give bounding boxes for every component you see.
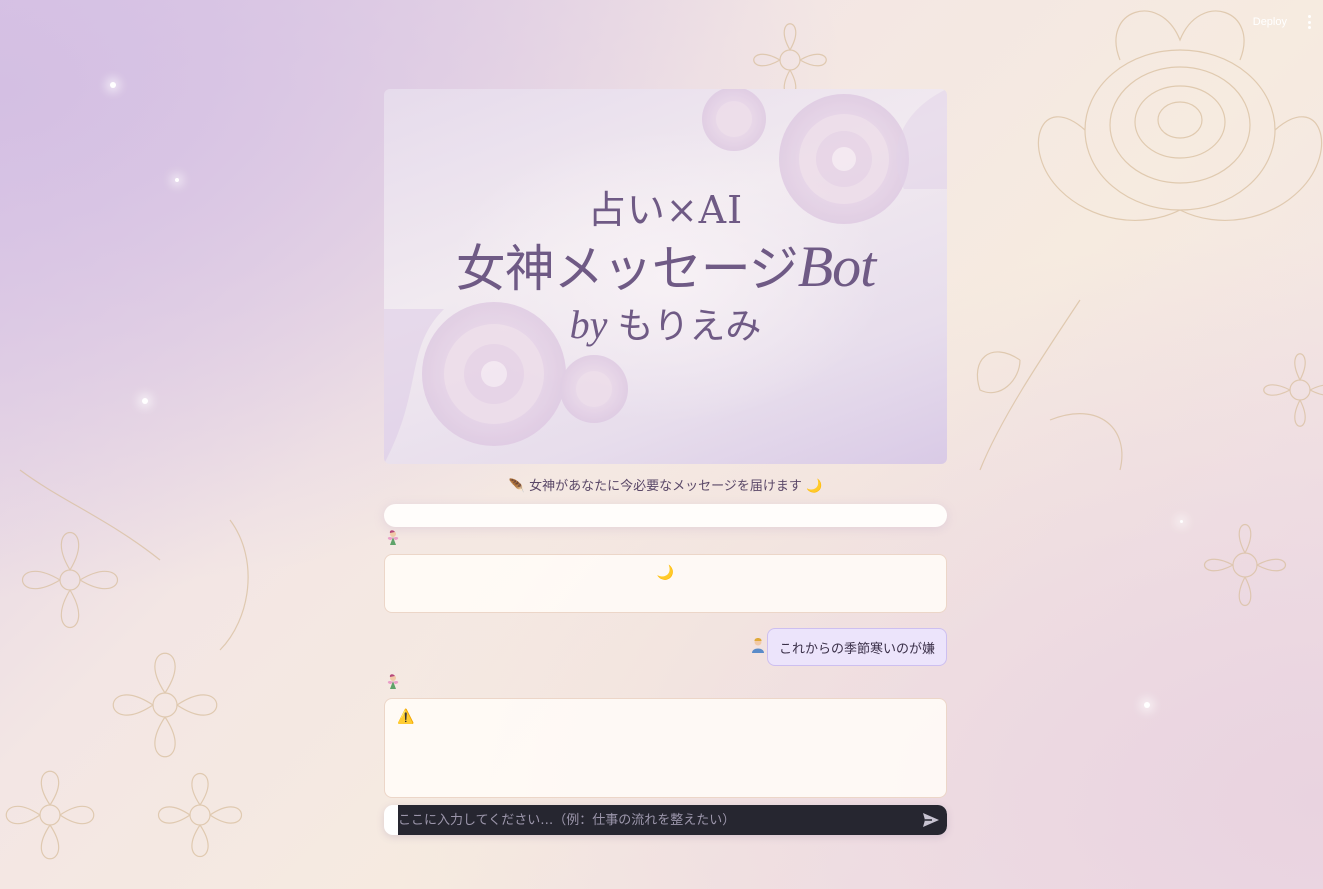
more-vert-icon[interactable]: [1303, 15, 1315, 29]
tagline-text: 女神があなたに今必要なメッセージを届けます: [529, 479, 802, 494]
send-icon: [923, 813, 939, 827]
tagline: 🪶 女神があなたに今必要なメッセージを届けます 🌙: [384, 478, 947, 496]
assistant-message: 🌙: [384, 554, 947, 613]
hero-title-block: 占い×AI 女神メッセージBot by もりえみ: [384, 89, 947, 464]
sparkle: [142, 398, 148, 404]
hero-title-main: 女神メッセージ: [455, 240, 799, 298]
warning-icon: ⚠️: [397, 709, 415, 725]
fairy-icon: [384, 530, 947, 550]
feather-icon: 🪶: [508, 479, 525, 494]
hero-author-name: もりえみ: [617, 306, 762, 347]
hero-by-label: by: [569, 302, 608, 347]
chat-input[interactable]: [398, 805, 915, 835]
send-button[interactable]: [915, 805, 947, 835]
hero-title-accent: Bot: [797, 234, 877, 299]
chat-input-bar: [384, 805, 947, 835]
sparkle: [1180, 520, 1183, 523]
user-message-row: これからの季節寒いのが嫌: [384, 628, 947, 666]
sparkle: [110, 82, 116, 88]
hero-banner-image: 占い×AI 女神メッセージBot by もりえみ: [384, 89, 947, 464]
hero-title-line2: 女神メッセージBot: [384, 229, 947, 301]
hero-title-line1: 占い×AI: [587, 188, 744, 232]
moon-icon: 🌙: [806, 479, 823, 494]
hero-title-line3: by もりえみ: [384, 297, 947, 349]
main-content: 占い×AI 女神メッセージBot by もりえみ 🪶 女神があなたに今必要なメッセ…: [384, 89, 947, 835]
status-pill: [384, 504, 947, 527]
chat-input-container: [398, 805, 947, 835]
sparkle: [175, 178, 179, 182]
moon-icon: 🌙: [656, 565, 675, 581]
person-icon: [751, 637, 765, 657]
fairy-icon: [384, 674, 947, 694]
user-message: これからの季節寒いのが嫌: [766, 628, 947, 666]
sparkle: [1144, 702, 1150, 708]
top-toolbar: Deploy: [1247, 0, 1323, 44]
assistant-message: ⚠️: [384, 698, 947, 798]
deploy-button[interactable]: Deploy: [1247, 12, 1293, 32]
